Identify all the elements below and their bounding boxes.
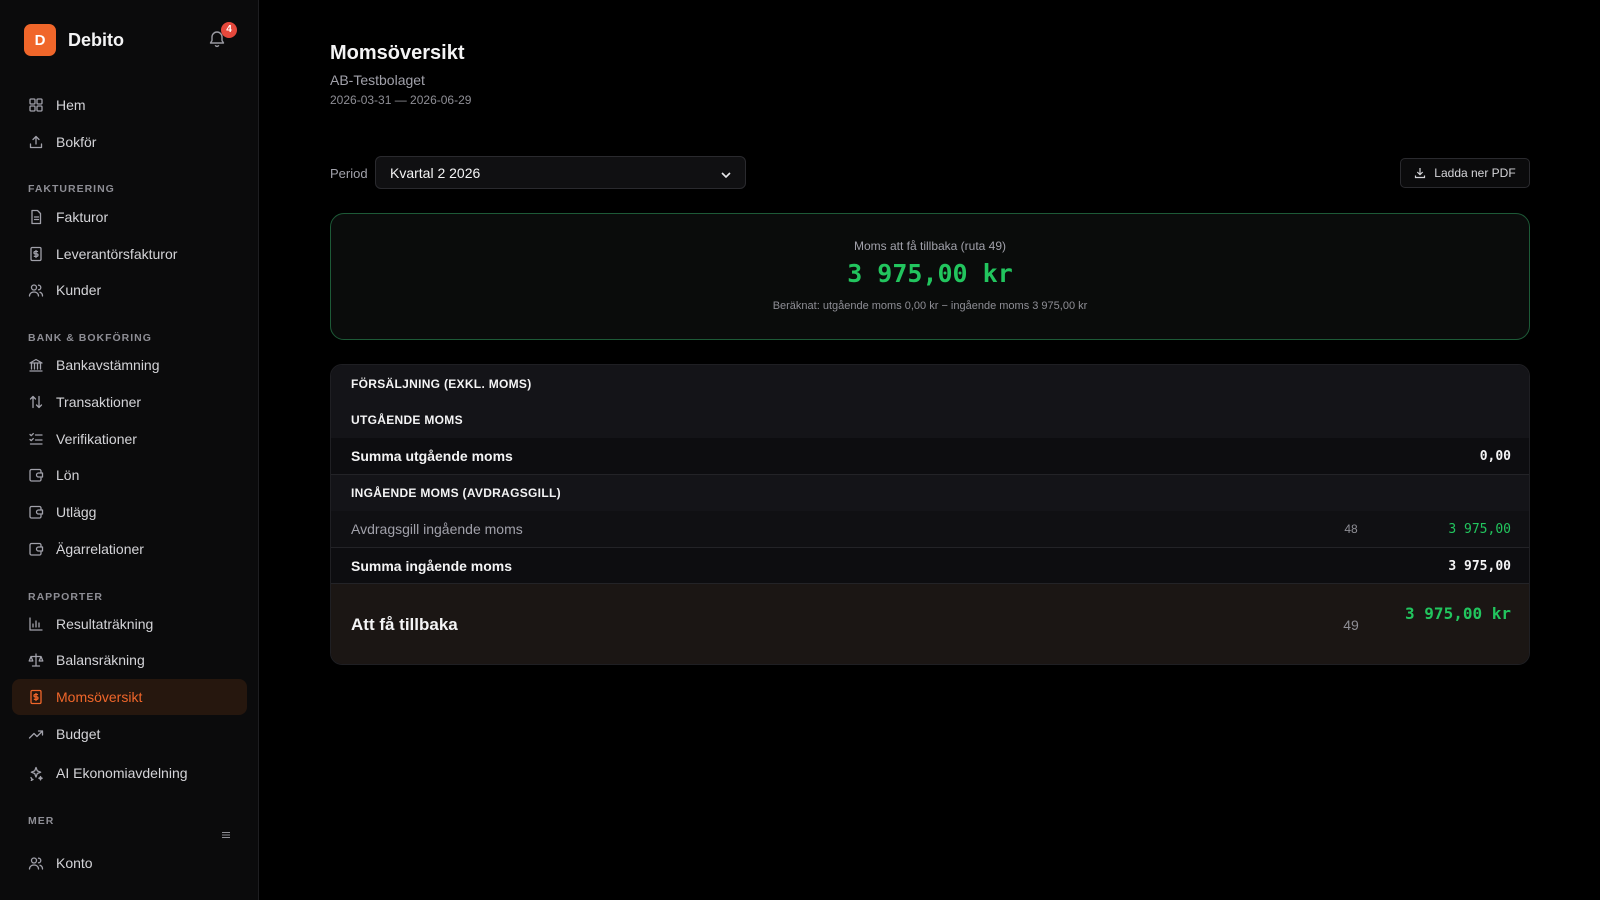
sidebar-section-title: RAPPORTER	[28, 591, 103, 603]
section-title: INGÅENDE MOMS (AVDRAGSGILL)	[351, 486, 561, 500]
period-select-value: Kvartal 2 2026	[390, 164, 481, 181]
sidebar-item-label: Konto	[56, 855, 93, 871]
company-name: AB-Testbolaget	[330, 72, 425, 88]
bar-chart-icon	[28, 616, 44, 632]
sidebar-item-label: Leverantörsfakturor	[56, 246, 178, 262]
vat-summary-card: Moms att få tillbaka (ruta 49) 3 975,00 …	[330, 213, 1530, 340]
period-select[interactable]: Kvartal 2 2026	[375, 156, 746, 189]
sidebar-item-label: Kunder	[56, 282, 102, 298]
receipt-icon	[28, 689, 44, 705]
app-logo: D	[24, 24, 56, 56]
sidebar-item-kunder[interactable]: Kunder	[12, 272, 247, 308]
sidebar-item-balansräkning[interactable]: Balansräkning	[12, 642, 247, 678]
period-label: Period	[330, 166, 368, 181]
scale-icon	[28, 652, 44, 668]
sidebar-item-label: Momsöversikt	[56, 689, 143, 705]
section-header-sales: FÖRSÄLJNING (EXKL. MOMS)	[331, 365, 1529, 402]
sidebar-item-fakturor[interactable]: Fakturor	[12, 199, 247, 235]
section-header-input-vat: INGÅENDE MOMS (AVDRAGSGILL)	[331, 475, 1529, 511]
download-icon	[1414, 167, 1426, 179]
sidebar-item-bankavstämning[interactable]: Bankavstämning	[12, 347, 247, 383]
sidebar-item-label: Hem	[56, 97, 86, 113]
sidebar-item-label: AI Ekonomiavdelning	[56, 765, 188, 781]
invoice-icon	[28, 209, 44, 225]
sidebar-item-label: Bokför	[56, 134, 97, 150]
summary-calculation: Beräknat: utgående moms 0,00 kr − ingåen…	[772, 300, 1088, 312]
users-icon	[28, 282, 44, 298]
sidebar-item-verifikationer[interactable]: Verifikationer	[12, 421, 247, 457]
sidebar-item-hem[interactable]: Hem	[12, 87, 247, 123]
sidebar: D Debito 4 Hem Bokför FAKTURERING Fakturor L…	[0, 0, 259, 900]
receipt-icon	[28, 246, 44, 262]
sidebar-item-label: Lön	[56, 467, 80, 483]
row-label: Summa ingående moms	[351, 558, 513, 574]
row-box-number: 48	[1344, 522, 1358, 536]
row-amount: 3 975,00	[1448, 558, 1511, 574]
sidebar-item-utlägg[interactable]: Utlägg	[12, 494, 247, 530]
section-header-output-vat: UTGÅENDE MOMS	[331, 402, 1529, 438]
brand[interactable]: D Debito	[24, 24, 124, 56]
wallet-icon	[28, 504, 44, 520]
row-label: Avdragsgill ingående moms	[351, 521, 523, 537]
wallet-icon	[28, 467, 44, 483]
section-title: FÖRSÄLJNING (EXKL. MOMS)	[351, 376, 532, 391]
row-amount: 3 975,00 kr	[1405, 604, 1511, 623]
sidebar-item-label: Resultaträkning	[56, 616, 154, 632]
upload-icon	[28, 134, 44, 150]
row-box-number: 49	[1343, 617, 1359, 633]
summary-amount: 3 975,00 kr	[847, 259, 1013, 288]
chevron-down-icon	[721, 165, 731, 181]
download-pdf-button[interactable]: Ladda ner PDF	[1400, 158, 1530, 188]
bank-icon	[28, 357, 44, 373]
summary-label: Moms att få tillbaka (ruta 49)	[853, 239, 1007, 253]
notifications-button[interactable]: 4	[209, 22, 237, 50]
vat-table: FÖRSÄLJNING (EXKL. MOMS) UTGÅENDE MOMS S…	[330, 364, 1530, 665]
sidebar-section-title: FAKTURERING	[28, 183, 115, 195]
grid-icon	[28, 97, 44, 113]
sidebar-item-bokför[interactable]: Bokför	[12, 124, 247, 160]
sidebar-item-label: Utlägg	[56, 504, 97, 520]
sidebar-item-transaktioner[interactable]: Transaktioner	[12, 384, 247, 420]
sidebar-item-leverantörsfakturor[interactable]: Leverantörsfakturor	[12, 236, 247, 272]
table-row-output-total: Summa utgående moms 0,00	[331, 438, 1529, 474]
row-amount: 3 975,00	[1448, 521, 1511, 537]
arrows-updown-icon	[28, 394, 44, 410]
table-row-input-vat: Avdragsgill ingående moms 48 3 975,00	[331, 511, 1529, 547]
sidebar-item-momsöversikt[interactable]: Momsöversikt	[12, 679, 247, 715]
sidebar-item-budget[interactable]: Budget	[12, 716, 247, 752]
sidebar-item-resultaträkning[interactable]: Resultaträkning	[12, 606, 247, 642]
sidebar-item-label: Bankavstämning	[56, 357, 160, 373]
row-label: Att få tillbaka	[351, 615, 458, 634]
row-label: Summa utgående moms	[351, 448, 513, 464]
sidebar-item-label: Verifikationer	[56, 431, 137, 447]
notification-badge: 4	[221, 22, 237, 38]
users-icon	[28, 855, 44, 871]
sidebar-item-label: Ägarrelationer	[56, 541, 144, 557]
sidebar-item-label: Fakturor	[56, 209, 109, 225]
sidebar-item-lön[interactable]: Lön	[12, 457, 247, 493]
sidebar-item-ägarrelationer[interactable]: Ägarrelationer	[12, 531, 247, 567]
row-amount: 0,00	[1479, 448, 1511, 464]
sparkle-icon	[28, 765, 44, 781]
sidebar-section-title: BANK & BOKFÖRING	[28, 332, 152, 344]
download-pdf-label: Ladda ner PDF	[1434, 166, 1516, 180]
sidebar-item-ai-ekonomiavdelning[interactable]: AI Ekonomiavdelning	[12, 755, 247, 791]
trend-up-icon	[28, 726, 44, 742]
sidebar-item-konto[interactable]: Konto	[12, 845, 247, 881]
sidebar-item-label: Budget	[56, 726, 101, 742]
sidebar-item-label: Balansräkning	[56, 652, 145, 668]
section-title: UTGÅENDE MOMS	[351, 413, 463, 427]
app-name: Debito	[68, 29, 124, 50]
table-row-refund-total: Att få tillbaka 49 3 975,00 kr	[331, 584, 1529, 664]
menu-icon[interactable]	[221, 827, 231, 839]
wallet-icon	[28, 541, 44, 557]
sidebar-section-title: MER	[28, 815, 55, 827]
checklist-icon	[28, 431, 44, 447]
page-title: Momsöversikt	[330, 42, 465, 64]
table-row-input-total: Summa ingående moms 3 975,00	[331, 548, 1529, 584]
date-range: 2026-03-31 — 2026-06-29	[330, 93, 472, 107]
sidebar-item-label: Transaktioner	[56, 394, 142, 410]
